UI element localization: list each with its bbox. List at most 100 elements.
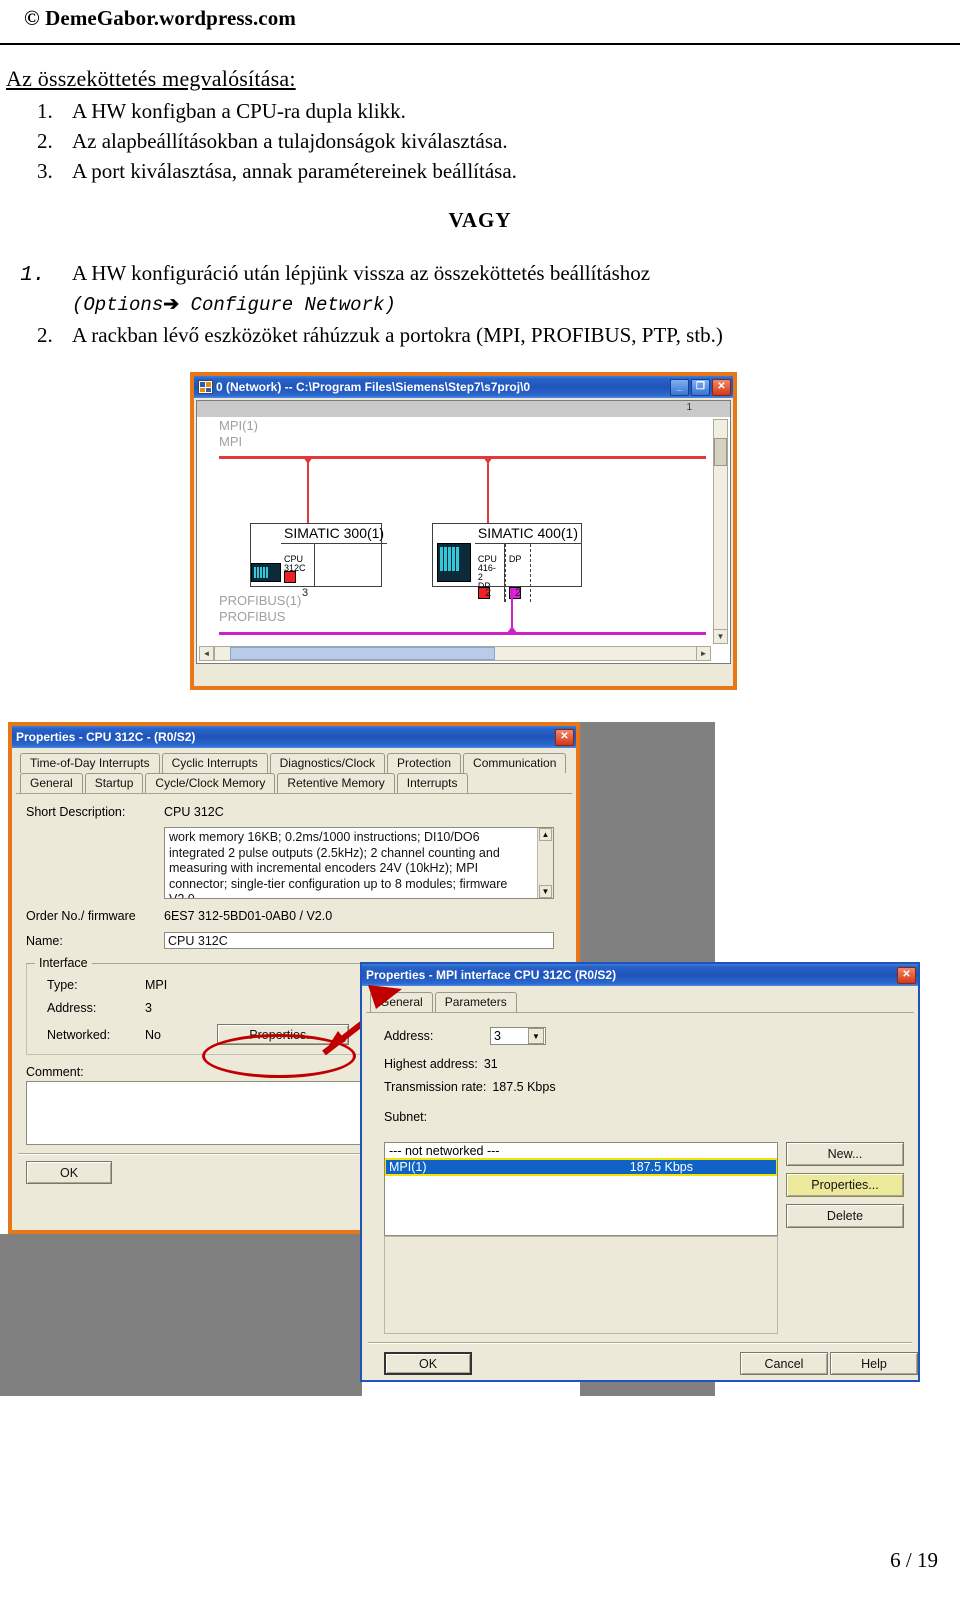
close-icon[interactable]: ✕	[555, 728, 574, 746]
subnet-detail-panel	[384, 1236, 778, 1334]
vertical-scroll-thumb[interactable]	[714, 438, 727, 466]
station-simatic-300[interactable]: SIMATIC 300(1) CPU 312C	[250, 523, 388, 587]
scroll-down-button[interactable]: ▼	[713, 629, 728, 644]
cpu-tabs-row-1: Time-of-Day Interrupts Cyclic Interrupts…	[12, 753, 576, 773]
tab-cycle-clock-memory[interactable]: Cycle/Clock Memory	[145, 773, 276, 793]
tab-interrupts[interactable]: Interrupts	[396, 773, 468, 793]
mpi-dialog-title: Properties - MPI interface CPU 312C (R0/…	[366, 968, 617, 982]
subnet-label: Subnet:	[384, 1110, 428, 1124]
mpi-drop-line-1	[307, 459, 309, 524]
short-description-value: CPU 312C	[164, 805, 224, 819]
mpi-port-300[interactable]	[284, 571, 296, 583]
mpi-ok-button[interactable]: OK	[384, 1352, 472, 1375]
close-button[interactable]: ✕	[712, 378, 731, 396]
chevron-down-icon[interactable]: ▼	[528, 1028, 544, 1044]
tab-time-of-day-interrupts[interactable]: Time-of-Day Interrupts	[20, 753, 160, 773]
scroll-right-button[interactable]: ►	[696, 646, 711, 661]
cpu-dialog-titlebar: Properties - CPU 312C - (R0/S2) ✕	[12, 726, 576, 748]
tab-retentive-memory[interactable]: Retentive Memory	[277, 773, 395, 793]
list-item-selected[interactable]: MPI(1) 187.5 Kbps	[385, 1158, 777, 1176]
module-label-dp: DP	[508, 554, 522, 564]
network-window-screenshot: 0 (Network) -- C:\Program Files\Siemens\…	[190, 372, 737, 690]
mpi-transmission-row: Transmission rate: 187.5 Kbps	[362, 1080, 918, 1094]
mpi-address-combo[interactable]: 3 ▼	[490, 1027, 546, 1045]
module-slot-empty-300[interactable]	[315, 544, 387, 586]
tab-cyclic-interrupts[interactable]: Cyclic Interrupts	[161, 753, 268, 773]
transmission-rate-label: Transmission rate:	[384, 1080, 487, 1094]
ruler-mark: 1	[686, 402, 692, 413]
scroll-left-button[interactable]: ◄	[199, 646, 214, 661]
section-title: Az összeköttetés megvalósítása:	[6, 66, 296, 91]
tab-diagnostics-clock[interactable]: Diagnostics/Clock	[269, 753, 385, 773]
network-window-titlebar: 0 (Network) -- C:\Program Files\Siemens\…	[194, 376, 733, 398]
annotation-arrow-mpi	[368, 985, 402, 1009]
page-header-watermark: © DemeGabor.wordpress.com	[24, 6, 296, 30]
desktop-background-right	[715, 722, 930, 962]
network-window-title: 0 (Network) -- C:\Program Files\Siemens\…	[216, 380, 531, 394]
tab-communication[interactable]: Communication	[463, 753, 567, 773]
mpi-cancel-button[interactable]: Cancel	[740, 1352, 828, 1375]
close-icon[interactable]: ✕	[897, 966, 916, 984]
subnet-name: --- not networked ---	[389, 1144, 500, 1158]
subnet-delete-button[interactable]: Delete	[786, 1204, 904, 1228]
module-label: CPU 416-2 DP	[477, 554, 497, 591]
list-item: A HW konfiguráció után lépjünk vissza az…	[58, 258, 960, 320]
profibus-drop-line	[511, 589, 513, 631]
networked-value: No	[145, 1027, 161, 1042]
interface-type-label: Type:	[47, 978, 78, 992]
station-simatic-400[interactable]: SIMATIC 400(1) CPU 416-2 DP DP	[432, 523, 582, 602]
tab-protection[interactable]: Protection	[387, 753, 462, 773]
subnet-new-button[interactable]: New...	[786, 1142, 904, 1166]
order-number-value: 6ES7 312-5BD01-0AB0 / V2.0	[164, 909, 333, 923]
interface-address-label: Address:	[47, 1001, 97, 1015]
desktop-background-bottom	[0, 1234, 362, 1396]
profibus-bus-line[interactable]	[219, 632, 706, 635]
list-item: Az alapbeállításokban a tulajdonságok ki…	[58, 126, 958, 156]
mpi-interface-dialog: Properties - MPI interface CPU 312C (R0/…	[360, 962, 920, 1382]
name-label: Name:	[26, 933, 63, 948]
subnet-properties-button[interactable]: Properties...	[786, 1173, 904, 1197]
mpi-help-button[interactable]: Help	[830, 1352, 918, 1375]
cpu-dialog-title: Properties - CPU 312C - (R0/S2)	[16, 730, 196, 744]
list-item[interactable]: --- not networked ---	[385, 1143, 777, 1159]
description-textarea[interactable]: work memory 16KB; 0.2ms/1000 instruction…	[164, 827, 554, 899]
interface-group-title: Interface	[35, 956, 92, 970]
horizontal-scroll-thumb[interactable]	[230, 647, 495, 660]
minimize-button[interactable]: _	[670, 378, 689, 396]
subnet-rate: 187.5 Kbps	[629, 1160, 693, 1174]
maximize-button[interactable]: ❐	[691, 378, 710, 396]
mpi-subnet-type: MPI	[219, 434, 243, 449]
subnet-name: MPI(1)	[389, 1160, 427, 1174]
description-scroll-down[interactable]: ▼	[539, 885, 552, 898]
cpu-tabs-row-2: General Startup Cycle/Clock Memory Reten…	[12, 773, 576, 793]
list-item: A rackban lévő eszközöket ráhúzzuk a por…	[58, 320, 960, 350]
station-name-300: SIMATIC 300(1)	[281, 524, 388, 544]
module-slot-empty-400[interactable]	[531, 544, 581, 602]
mpi-bus-line[interactable]	[219, 456, 706, 459]
name-input[interactable]: CPU 312C	[164, 932, 554, 949]
order-number-row: Order No./ firmware 6ES7 312-5BD01-0AB0 …	[12, 909, 576, 923]
highest-address-label: Highest address:	[384, 1057, 478, 1071]
mpi-subnet-name: MPI(1)	[219, 418, 258, 433]
module-slot-cpu312c[interactable]: CPU 312C	[281, 544, 315, 586]
mpi-drop-line-2	[487, 459, 489, 524]
cpu-ok-button[interactable]: OK	[26, 1161, 112, 1184]
description-scroll-up[interactable]: ▲	[539, 828, 552, 841]
network-canvas[interactable]: 1 MPI(1) MPI SIMATIC 300(1) CPU 312C 3 S…	[196, 400, 731, 664]
slot-number-400-b: 2	[515, 587, 522, 599]
vertical-scrollbar[interactable]	[713, 419, 728, 643]
tab-general[interactable]: General	[20, 773, 83, 793]
short-description-label: Short Description:	[26, 805, 126, 819]
arrow-icon: ➔	[163, 294, 180, 316]
header-divider	[0, 43, 960, 45]
menu-path-configure-network: Configure Network)	[179, 294, 396, 316]
subnet-listbox[interactable]: --- not networked --- MPI(1) 187.5 Kbps	[384, 1142, 778, 1236]
description-scrollbar[interactable]: ▲ ▼	[537, 828, 553, 898]
horizontal-scrollbar[interactable]	[214, 646, 711, 661]
network-icon	[198, 380, 213, 394]
list-item: A HW konfigban a CPU-ra dupla klikk.	[58, 96, 958, 126]
tab-parameters[interactable]: Parameters	[434, 992, 517, 1012]
tab-startup[interactable]: Startup	[84, 773, 144, 793]
steps-list-alternative: A HW konfiguráció után lépjünk vissza az…	[6, 258, 960, 350]
station-name-400: SIMATIC 400(1)	[474, 524, 581, 544]
